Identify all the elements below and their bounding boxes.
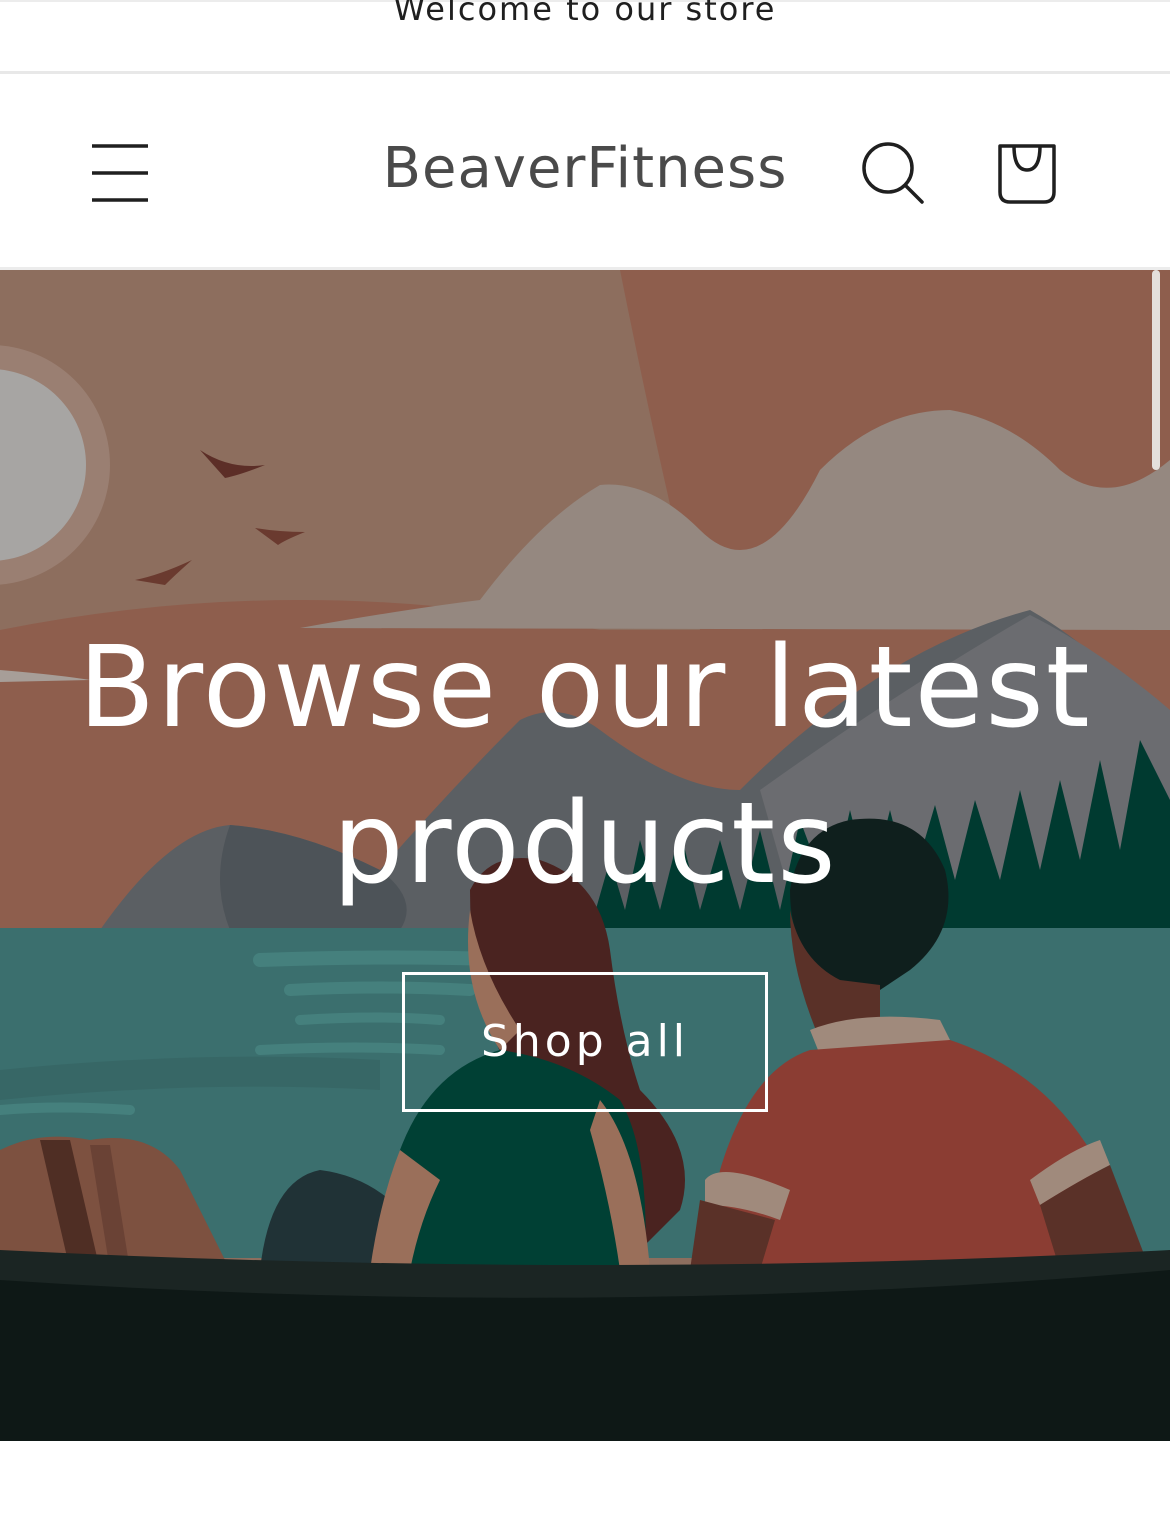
search-icon [862, 142, 924, 204]
hero-banner: Browse our latest products Shop all [0, 270, 1170, 1441]
menu-button[interactable] [78, 134, 162, 210]
announcement-text: Welcome to our store [393, 0, 777, 28]
store-logo[interactable]: BeaverFitness [330, 136, 840, 201]
announcement-bar: Welcome to our store [0, 0, 1170, 74]
cart-button[interactable] [984, 132, 1070, 216]
cart-icon [998, 144, 1056, 204]
scrollbar[interactable] [1152, 270, 1160, 470]
search-button[interactable] [850, 134, 936, 214]
hamburger-menu-icon [92, 144, 148, 202]
shop-all-button[interactable]: Shop all [402, 972, 768, 1112]
site-header: BeaverFitness [0, 74, 1170, 270]
hero-heading: Browse our latest products [78, 623, 1092, 909]
